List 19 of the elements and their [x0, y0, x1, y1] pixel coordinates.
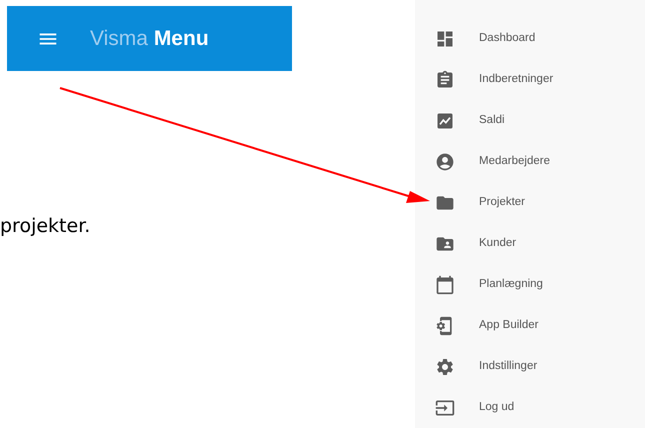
menu-item[interactable]: App Builder	[415, 305, 645, 346]
body-text: projekter.	[0, 214, 90, 239]
menu-item[interactable]: Indberetninger	[415, 59, 645, 100]
menu-item[interactable]: Planlægning	[415, 264, 645, 305]
dashboard-icon	[435, 28, 455, 48]
calendar-icon	[435, 274, 455, 294]
menu-item[interactable]: Indstillinger	[415, 346, 645, 387]
logout-icon	[435, 398, 455, 418]
chart-icon	[435, 110, 455, 130]
menu-item[interactable]: Medarbejdere	[415, 141, 645, 182]
person-icon	[435, 152, 455, 172]
menu-item[interactable]: Log ud	[415, 387, 645, 428]
menu-item[interactable]: Saldi	[415, 100, 645, 141]
menu-item[interactable]: Dashboard	[415, 18, 645, 59]
menu-item[interactable]: Projekter	[415, 182, 645, 223]
menu-item[interactable]: Kunder	[415, 223, 645, 264]
clipboard-icon	[435, 70, 455, 90]
header-title: Visma Menu	[90, 26, 209, 52]
settings-icon	[435, 356, 455, 376]
